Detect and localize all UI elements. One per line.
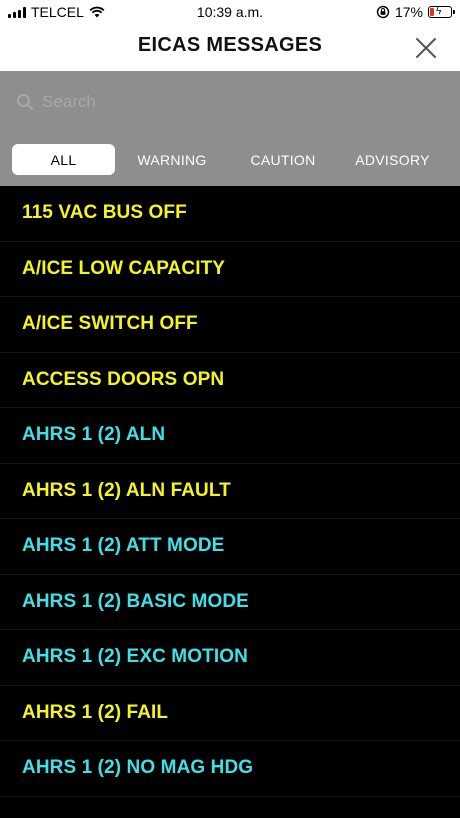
charging-bolt-icon: ϟ — [436, 6, 442, 17]
status-right: 17% ϟ — [376, 4, 455, 20]
search-area: ALL WARNING CAUTION ADVISORY — [0, 71, 460, 186]
search-input[interactable] — [42, 92, 422, 112]
close-icon[interactable] — [414, 36, 438, 60]
list-item[interactable]: AHRS 1 (2) ALN FAULT — [0, 464, 460, 519]
status-bar: TELCEL 10:39 a.m. 17% ϟ — [0, 0, 460, 24]
tab-advisory[interactable]: ADVISORY — [337, 144, 448, 175]
page-title: EICAS MESSAGES — [137, 34, 323, 56]
battery-icon: ϟ — [428, 6, 455, 18]
battery-percentage: 17% — [394, 4, 423, 20]
list-item[interactable]: A/ICE LOW CAPACITY — [0, 242, 460, 297]
orientation-lock-icon — [376, 5, 390, 19]
navigation-bar: EICAS MESSAGES — [0, 24, 460, 71]
list-item[interactable]: A/ICE SWITCH OFF — [0, 297, 460, 353]
battery-level — [430, 8, 434, 16]
list-item[interactable]: AHRS 1 (2) FAIL — [0, 686, 460, 741]
tab-all[interactable]: ALL — [12, 144, 115, 175]
list-item[interactable]: AHRS 1 (2) ATT MODE — [0, 519, 460, 575]
search-box[interactable] — [16, 89, 444, 115]
message-list: 115 VAC BUS OFF A/ICE LOW CAPACITY A/ICE… — [0, 186, 460, 818]
filter-tabs: ALL WARNING CAUTION ADVISORY — [12, 144, 448, 175]
list-item[interactable]: AHRS 1 (2) ALN — [0, 408, 460, 464]
list-item[interactable]: 115 VAC BUS OFF — [0, 186, 460, 242]
tab-warning[interactable]: WARNING — [115, 144, 229, 175]
list-item[interactable]: AHRS 1 (2) BASIC MODE — [0, 575, 460, 630]
list-item[interactable]: AHRS 1 (2) NO MAG HDG — [0, 741, 460, 797]
list-item[interactable]: AHRS 1 (2) EXC MOTION — [0, 630, 460, 686]
tab-caution[interactable]: CAUTION — [229, 144, 337, 175]
list-item[interactable]: ACCESS DOORS OPN — [0, 353, 460, 408]
search-icon — [17, 94, 34, 111]
